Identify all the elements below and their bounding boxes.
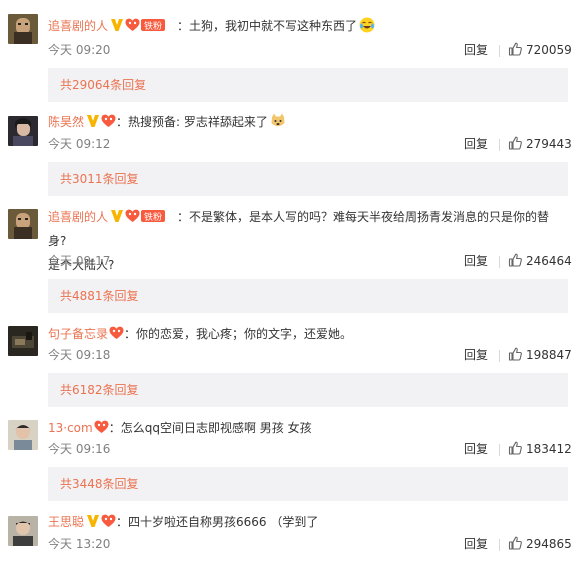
- divider: [499, 350, 500, 362]
- comment-meta: 今天 09:18 回复 198847: [48, 345, 572, 365]
- vip-v-icon: [110, 18, 124, 32]
- like-button[interactable]: 294865: [508, 534, 572, 554]
- view-replies-link[interactable]: 共4881条回复: [60, 279, 139, 313]
- comment-meta: 今天 09:20 回复 720059: [48, 40, 572, 60]
- heart-icon: [125, 18, 140, 32]
- timestamp: 今天 09:18: [48, 348, 111, 362]
- like-count: 279443: [526, 137, 572, 151]
- avatar[interactable]: [8, 14, 38, 44]
- like-count: 294865: [526, 537, 572, 551]
- like-count: 720059: [526, 43, 572, 57]
- avatar[interactable]: [8, 516, 38, 546]
- view-replies-link[interactable]: 共3011条回复: [60, 162, 139, 196]
- username-link[interactable]: 王思聪: [48, 515, 84, 529]
- avatar[interactable]: [8, 326, 38, 356]
- view-replies-link[interactable]: 共6182条回复: [60, 373, 139, 407]
- username-link[interactable]: 追喜剧的人: [48, 210, 108, 224]
- comment-text-line: 王思聪 ：四十岁啦还自称男孩6666 （学到了: [48, 510, 563, 534]
- comment-text: ：土狗，我初中就不写这种东西了: [177, 19, 358, 33]
- vip-v-icon: [110, 209, 124, 223]
- heart-icon: [101, 514, 116, 528]
- divider: [499, 444, 500, 456]
- thumbs-up-icon: [508, 441, 522, 455]
- divider: [499, 45, 500, 57]
- reply-button[interactable]: 回复: [464, 345, 488, 365]
- timestamp: 今天 09:20: [48, 43, 111, 57]
- thumbs-up-icon: [508, 253, 522, 267]
- username-link[interactable]: 陈昊然: [48, 115, 84, 129]
- replies-box: 共3448条回复: [48, 467, 568, 501]
- thumbs-up-icon: [508, 136, 522, 150]
- heart-icon: [101, 114, 116, 128]
- replies-box: 共29064条回复: [48, 68, 568, 102]
- username-link[interactable]: 句子备忘录: [48, 327, 108, 341]
- like-count: 183412: [526, 442, 572, 456]
- comment-text-line: 13·com ：怎么qq空间日志即视感啊 男孩 女孩: [48, 416, 563, 440]
- like-button[interactable]: 198847: [508, 345, 572, 365]
- replies-box: 共4881条回复: [48, 279, 568, 313]
- divider: [499, 256, 500, 268]
- comment-meta: 今天 09:16 回复 183412: [48, 439, 572, 459]
- heart-icon: [125, 209, 140, 223]
- like-button[interactable]: 183412: [508, 439, 572, 459]
- timestamp: 今天 13:20: [48, 537, 111, 551]
- laughing-tears-emoji: [359, 17, 375, 33]
- reply-button[interactable]: 回复: [464, 40, 488, 60]
- like-count: 246464: [526, 254, 572, 268]
- thumbs-up-icon: [508, 347, 522, 361]
- comment-meta: 今天 13:20 回复 294865: [48, 534, 572, 554]
- avatar[interactable]: [8, 209, 38, 239]
- comment-text: ：怎么qq空间日志即视感啊 男孩 女孩: [108, 421, 312, 435]
- vip-v-icon: [86, 114, 100, 128]
- thumbs-up-icon: [508, 536, 522, 550]
- username-link[interactable]: 13·com: [48, 421, 93, 435]
- fan-badge-icon: 铁粉: [141, 19, 166, 32]
- avatar[interactable]: [8, 116, 38, 146]
- avatar[interactable]: [8, 420, 38, 450]
- timestamp: 今天 09:16: [48, 442, 111, 456]
- reply-button[interactable]: 回复: [464, 134, 488, 154]
- fan-badge-icon: 铁粉: [141, 210, 166, 223]
- comment-text-line: 句子备忘录 ：你的恋爱，我心疼；你的文字，还爱她。: [48, 322, 563, 346]
- like-button[interactable]: 720059: [508, 40, 572, 60]
- comment-text: ：四十岁啦还自称男孩6666 （学到了: [116, 515, 319, 529]
- like-button[interactable]: 246464: [508, 251, 572, 271]
- fan-badge-label: 铁粉: [144, 20, 162, 32]
- comment-text: ：热搜预备: 罗志祥舔起来了: [116, 115, 268, 129]
- replies-box: 共3011条回复: [48, 162, 568, 196]
- reply-button[interactable]: 回复: [464, 534, 488, 554]
- like-count: 198847: [526, 348, 572, 362]
- view-replies-link[interactable]: 共29064条回复: [60, 68, 146, 102]
- view-replies-link[interactable]: 共3448条回复: [60, 467, 139, 501]
- comment-text: ：你的恋爱，我心疼；你的文字，还爱她。: [124, 327, 353, 341]
- timestamp: 今天 09:17: [48, 254, 111, 268]
- comment-text-line: 陈昊然 ：热搜预备: 罗志祥舔起来了: [48, 110, 563, 134]
- fan-badge-label: 铁粉: [144, 211, 162, 223]
- divider: [499, 139, 500, 151]
- divider: [499, 539, 500, 551]
- like-button[interactable]: 279443: [508, 134, 572, 154]
- vip-v-icon: [86, 514, 100, 528]
- comment-text-line: 追喜剧的人 铁粉 ：土狗，我初中就不写这种东西了: [48, 14, 563, 38]
- heart-icon: [94, 420, 109, 434]
- doge-emoji: [271, 113, 285, 127]
- reply-button[interactable]: 回复: [464, 439, 488, 459]
- thumbs-up-icon: [508, 42, 522, 56]
- comment-meta: 今天 09:17 回复 246464: [48, 251, 572, 271]
- heart-icon: [109, 326, 124, 340]
- reply-button[interactable]: 回复: [464, 251, 488, 271]
- replies-box: 共6182条回复: [48, 373, 568, 407]
- timestamp: 今天 09:12: [48, 137, 111, 151]
- username-link[interactable]: 追喜剧的人: [48, 19, 108, 33]
- comment-meta: 今天 09:12 回复 279443: [48, 134, 572, 154]
